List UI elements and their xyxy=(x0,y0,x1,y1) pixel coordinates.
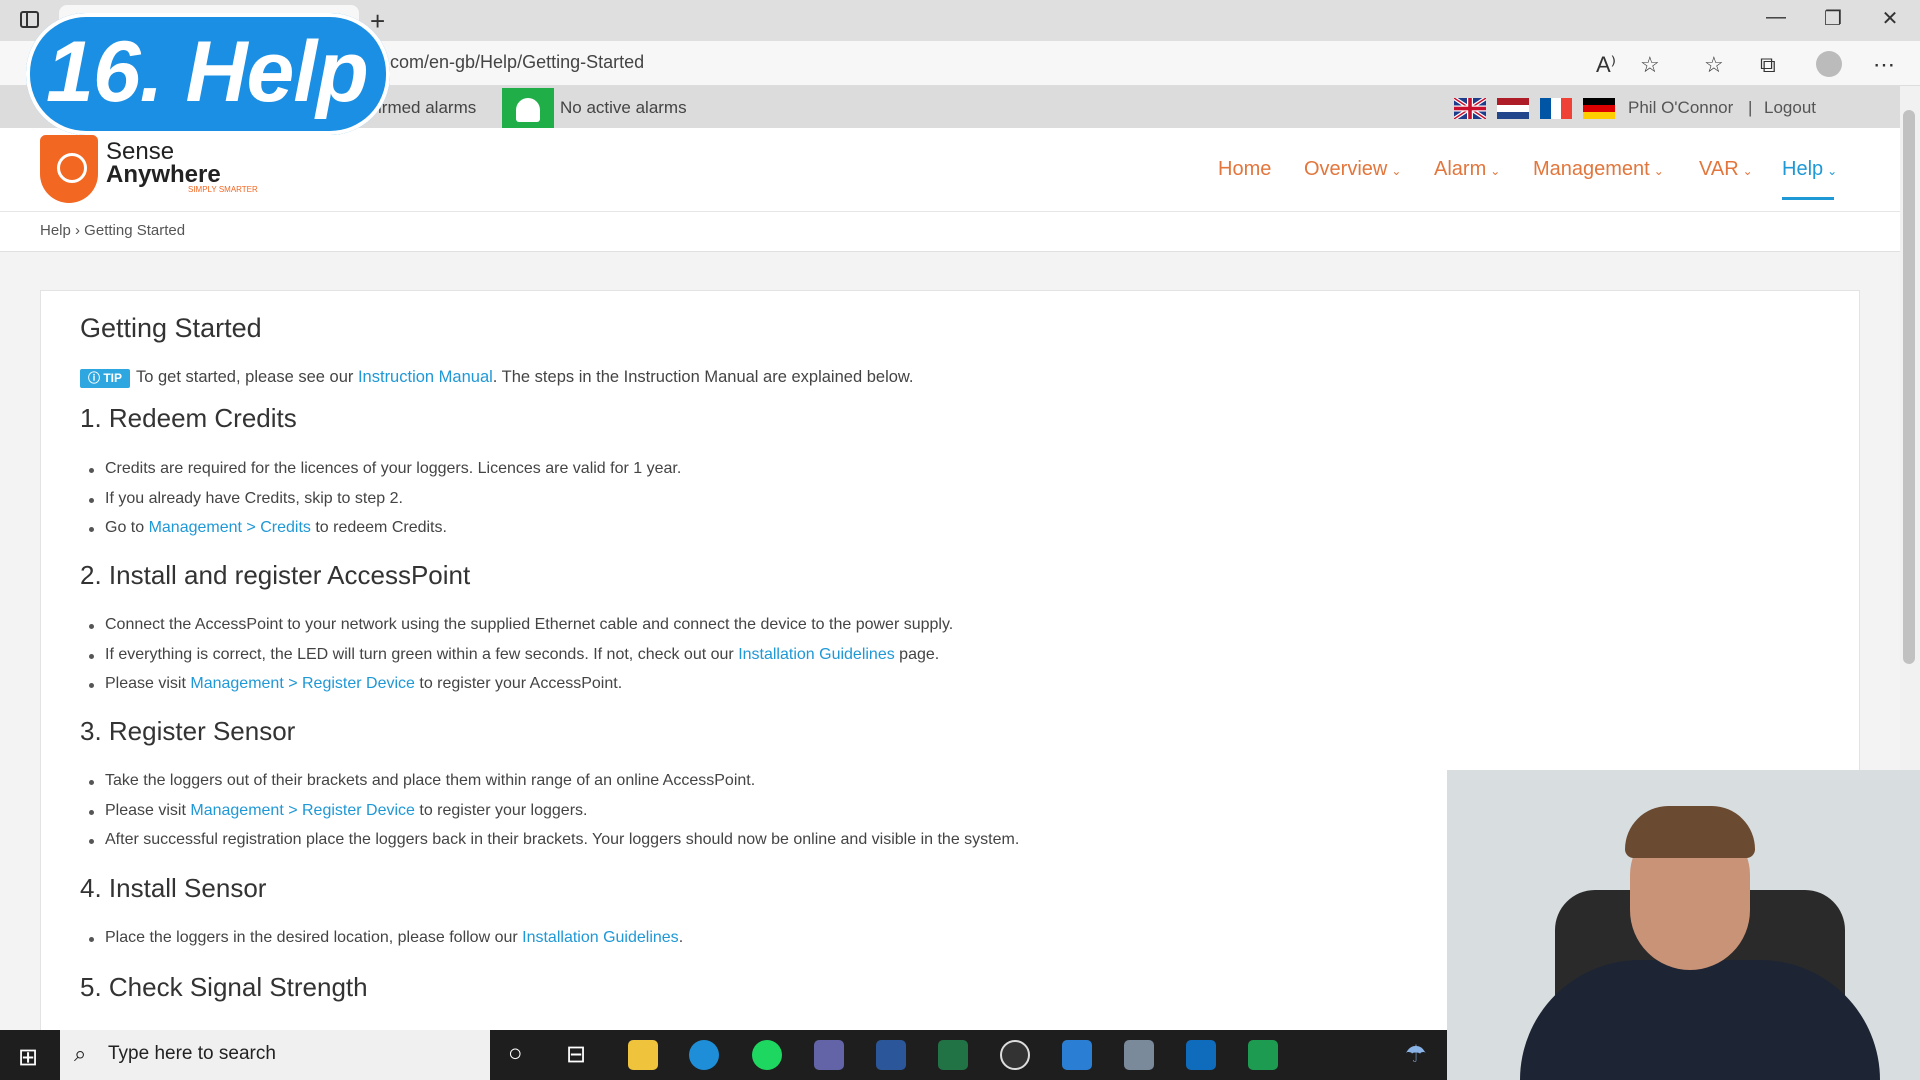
section-heading: 1. Redeem Credits xyxy=(80,403,297,433)
page-title: Getting Started xyxy=(80,313,262,343)
task-view-icon[interactable]: ⊟ xyxy=(566,1040,586,1069)
photos-icon[interactable] xyxy=(1062,1040,1092,1070)
weather-icon[interactable]: ☂ xyxy=(1405,1040,1427,1069)
logo-text-line2: Anywhere xyxy=(106,161,221,188)
video-title-overlay: 16. Help xyxy=(26,13,390,135)
list-item: Take the loggers out of their brackets a… xyxy=(88,772,756,789)
list-item: Please visit Management > Register Devic… xyxy=(88,802,588,819)
register-device-link[interactable]: Management > Register Device xyxy=(190,675,415,692)
nav-help-label: Help xyxy=(1782,158,1824,180)
nav-help[interactable]: Help ⌄ xyxy=(1782,158,1837,181)
chevron-down-icon: ⌄ xyxy=(1653,164,1664,178)
nav-var-label: VAR xyxy=(1699,158,1739,180)
recorder-icon[interactable] xyxy=(1000,1040,1030,1070)
sense-anywhere-logo-icon[interactable] xyxy=(40,135,98,203)
flag-de-icon[interactable] xyxy=(1583,98,1615,119)
unconfirmed-alarms-label[interactable]: irmed alarms xyxy=(378,98,476,118)
nav-var[interactable]: VAR ⌄ xyxy=(1699,158,1753,181)
section-heading: 4. Install Sensor xyxy=(80,873,267,903)
word-icon[interactable] xyxy=(876,1040,906,1070)
installation-guidelines-link[interactable]: Installation Guidelines xyxy=(738,646,895,663)
list-item: After successful registration place the … xyxy=(88,831,1020,848)
presenter-hair xyxy=(1625,806,1755,858)
chevron-down-icon: ⌄ xyxy=(1742,164,1753,178)
nav-home[interactable]: Home xyxy=(1218,158,1271,181)
teams-icon[interactable] xyxy=(814,1040,844,1070)
section-heading: 2. Install and register AccessPoint xyxy=(80,560,471,590)
flag-uk-icon[interactable] xyxy=(1454,98,1486,119)
scrollbar-thumb[interactable] xyxy=(1903,110,1915,664)
user-separator: | xyxy=(1748,98,1753,117)
section-heading: 5. Check Signal Strength xyxy=(80,972,368,1002)
favorites-icon[interactable]: ☆ xyxy=(1704,52,1724,78)
overlay-title-text: 16. Help xyxy=(46,24,369,120)
user-name[interactable]: Phil O'Connor xyxy=(1628,98,1733,118)
section-heading: 3. Register Sensor xyxy=(80,716,296,746)
nav-alarm-label: Alarm xyxy=(1434,158,1487,180)
spotify-icon[interactable] xyxy=(752,1040,782,1070)
profile-avatar[interactable] xyxy=(1816,51,1842,77)
camera-icon[interactable] xyxy=(1124,1040,1154,1070)
add-favorite-icon[interactable]: ☆ xyxy=(1640,52,1660,78)
search-placeholder: Type here to search xyxy=(108,1043,276,1064)
chevron-down-icon: ⌄ xyxy=(1391,164,1402,178)
minimize-button[interactable]: — xyxy=(1756,6,1796,29)
nav-overview-label: Overview xyxy=(1304,158,1388,180)
url-field[interactable]: t.com/en-gb/Help/Getting-Started xyxy=(380,52,644,73)
edge-icon[interactable] xyxy=(689,1040,719,1070)
search-icon: ⌕ xyxy=(74,1041,87,1066)
file-explorer-icon[interactable] xyxy=(628,1040,658,1070)
list-item: Please visit Management > Register Devic… xyxy=(88,675,623,692)
flag-nl-icon[interactable] xyxy=(1497,98,1529,119)
outlook-icon[interactable] xyxy=(1186,1040,1216,1070)
list-item: If everything is correct, the LED will t… xyxy=(88,646,940,663)
collections-icon[interactable]: ⧉ xyxy=(1760,52,1776,78)
more-menu-icon[interactable]: ⋯ xyxy=(1873,52,1895,78)
chevron-down-icon: ⌄ xyxy=(1827,164,1838,178)
read-aloud-icon[interactable]: A⁾ xyxy=(1596,52,1616,78)
excel-icon[interactable] xyxy=(938,1040,968,1070)
list-item: Credits are required for the licences of… xyxy=(88,460,682,477)
list-item: If you already have Credits, skip to ste… xyxy=(89,490,403,507)
register-device-link[interactable]: Management > Register Device xyxy=(190,802,415,819)
breadcrumb-bar xyxy=(0,212,1900,252)
logo-tagline: SIMPLY SMARTER xyxy=(188,185,258,194)
nav-management-label: Management xyxy=(1533,158,1650,180)
cortana-icon[interactable]: ○ xyxy=(508,1040,523,1068)
active-alarms-label[interactable]: No active alarms xyxy=(560,98,687,118)
windows-start-icon[interactable]: ⊞ xyxy=(18,1043,38,1072)
tip-badge: ⓘ TIP xyxy=(80,369,130,388)
tab-actions-icon[interactable] xyxy=(20,11,39,28)
tip-text: To get started, please see our Instructi… xyxy=(136,368,914,386)
instruction-manual-link[interactable]: Instruction Manual xyxy=(358,368,493,386)
close-button[interactable]: ✕ xyxy=(1870,6,1910,31)
breadcrumb[interactable]: Help › Getting Started xyxy=(40,222,185,239)
installation-guidelines-link[interactable]: Installation Guidelines xyxy=(522,929,679,946)
chevron-down-icon: ⌄ xyxy=(1490,164,1501,178)
active-nav-indicator xyxy=(1782,197,1834,200)
nav-home-label: Home xyxy=(1218,158,1272,180)
list-item: Connect the AccessPoint to your network … xyxy=(88,616,954,633)
list-item: Go to Management > Credits to redeem Cre… xyxy=(89,519,447,536)
restore-button[interactable]: ❐ xyxy=(1813,6,1853,31)
nav-overview[interactable]: Overview ⌄ xyxy=(1304,158,1401,181)
nav-management[interactable]: Management ⌄ xyxy=(1533,158,1664,181)
list-item: Place the loggers in the desired locatio… xyxy=(88,929,684,946)
sheets-icon[interactable] xyxy=(1248,1040,1278,1070)
flag-fr-icon[interactable] xyxy=(1540,98,1572,119)
management-credits-link[interactable]: Management > Credits xyxy=(149,519,311,536)
nav-alarm[interactable]: Alarm ⌄ xyxy=(1434,158,1500,181)
logout-link[interactable]: Logout xyxy=(1764,98,1816,118)
